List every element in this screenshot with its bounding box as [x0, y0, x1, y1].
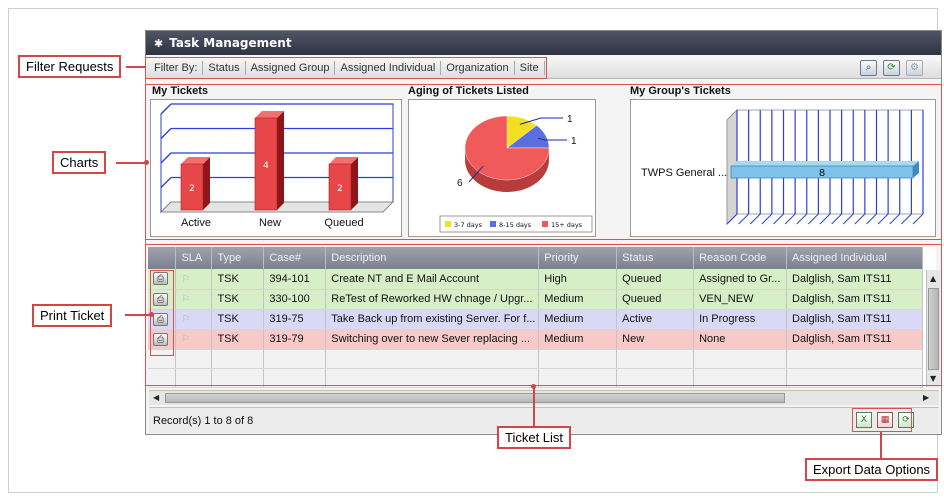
record-count: Record(s) 1 to 8 of 8	[153, 415, 254, 427]
print-connector	[125, 314, 151, 316]
toolbar-icons: ⌕ ⟳ ⚙	[860, 60, 923, 76]
charts-highlight	[145, 84, 942, 240]
ticket-list-callout: Ticket List	[497, 426, 572, 449]
ticket-list-connector	[533, 386, 535, 426]
export-data-callout: Export Data Options	[805, 458, 939, 481]
scroll-left-icon[interactable]: ◀	[153, 393, 159, 402]
print-connector-dot	[149, 312, 154, 317]
print-ticket-callout: Print Ticket	[32, 304, 113, 327]
horizontal-scrollbar[interactable]: ◀ ▶	[149, 390, 939, 405]
settings-icon[interactable]: ⚙	[906, 60, 923, 76]
export-highlight	[852, 408, 912, 432]
filter-highlight	[145, 57, 547, 79]
window-titlebar: ✱ Task Management	[146, 31, 941, 55]
ticket-list-connector-dot	[531, 384, 536, 389]
charts-connector	[116, 162, 147, 164]
horizontal-scroll-thumb[interactable]	[165, 393, 785, 403]
charts-connector-dot	[144, 160, 149, 165]
filter-requests-callout: Filter Requests	[18, 55, 122, 78]
scroll-right-icon[interactable]: ▶	[923, 393, 929, 402]
search-icon[interactable]: ⌕	[860, 60, 877, 76]
refresh-icon[interactable]: ⟳	[883, 60, 900, 76]
ticket-list-highlight	[145, 244, 942, 386]
charts-callout: Charts	[52, 151, 107, 174]
window-title: Task Management	[169, 36, 292, 50]
filter-connector	[126, 66, 146, 68]
tool-icon: ✱	[154, 36, 164, 50]
export-connector	[880, 432, 882, 459]
